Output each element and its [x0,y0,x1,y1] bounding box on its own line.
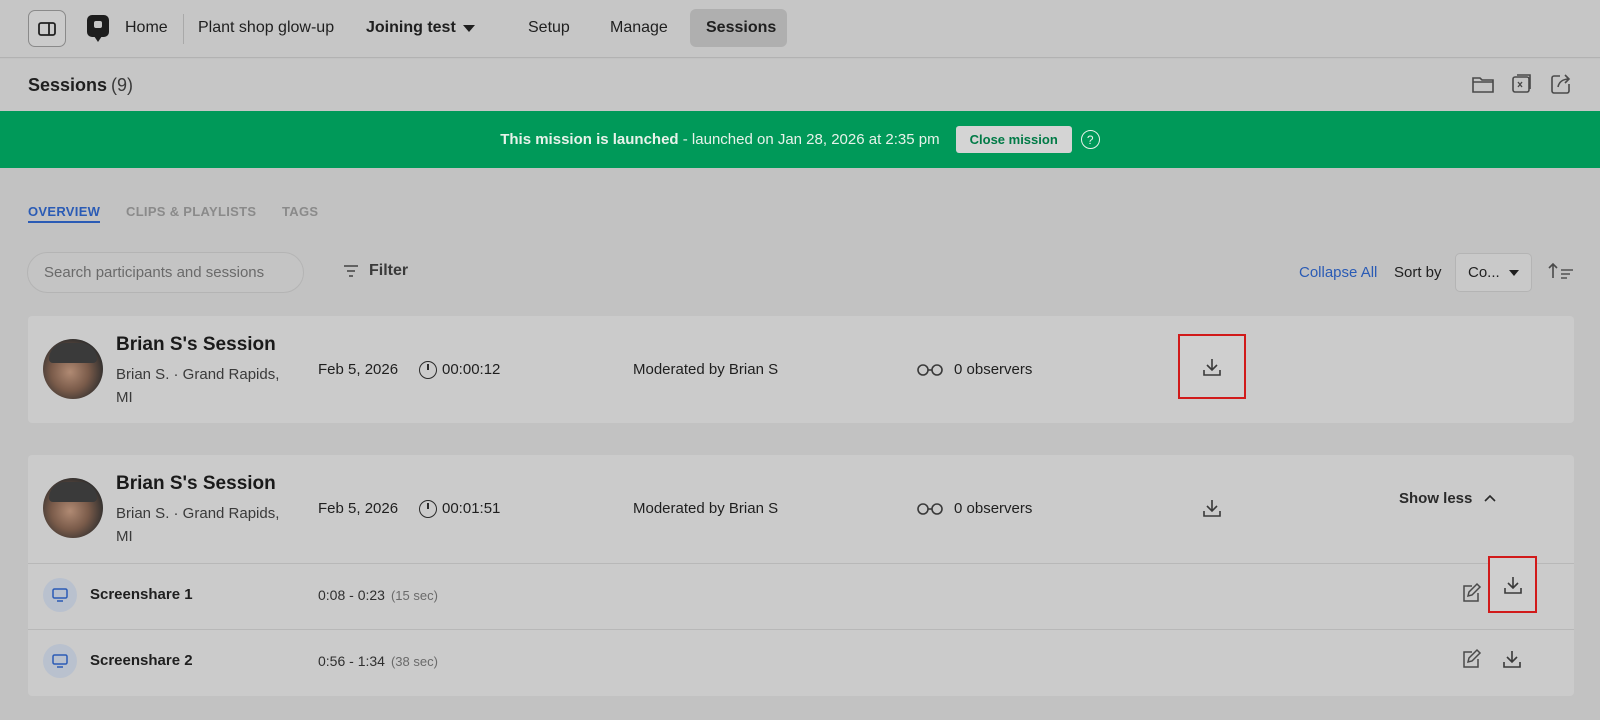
edit-icon[interactable] [1460,648,1482,670]
session-duration: 00:00:12 [442,361,501,378]
page-header: Sessions (9) [0,59,1600,111]
banner-launch-date: - launched on Jan 28, 2026 at 2:35 pm [678,131,940,148]
session-count: (9) [111,75,134,95]
search-input[interactable]: Search participants and sessions [27,252,304,293]
breadcrumb-divider [183,14,184,44]
tab-setup[interactable]: Setup [528,19,570,37]
edit-icon[interactable] [1460,582,1482,604]
page-title: Sessions (9) [28,75,133,96]
download-session-button[interactable] [1178,334,1246,399]
banner-status: This mission is launched [500,131,679,148]
share-icon[interactable] [1549,72,1573,96]
session-observers: 0 observers [954,500,1033,517]
screenshare-badge [43,578,77,612]
download-icon [1203,359,1221,376]
tab-overview[interactable]: OVERVIEW [28,204,101,223]
tab-sessions[interactable]: Sessions [706,19,776,37]
clip-length: (38 sec) [390,654,438,669]
avatar [43,478,103,538]
filter-icon [344,265,358,277]
clip-time-range: 0:08 - 0:23 (15 sec) [318,587,438,603]
tab-clips-playlists[interactable]: CLIPS & PLAYLISTS [126,204,256,219]
filter-button[interactable]: Filter [343,262,408,280]
session-date: Feb 5, 2026 [318,361,399,378]
clock-icon [419,361,437,379]
download-icon[interactable] [1501,648,1523,670]
folder-icon[interactable] [1471,72,1495,96]
show-less-label: Show less [1399,490,1473,507]
clip-title[interactable]: Screenshare 2 [90,652,193,669]
session-participant: Brian S. · Grand Rapids, MI [116,505,280,545]
monitor-icon [52,654,68,668]
screenshare-badge [43,644,77,678]
page-title-text: Sessions [28,75,108,95]
session-moderator: Moderated by Brian S [633,500,779,517]
session-title[interactable]: Brian S's Session [116,334,276,356]
app-logo[interactable] [87,15,109,42]
session-observers: 0 observers [954,361,1033,378]
clip-title[interactable]: Screenshare 1 [90,586,193,603]
download-icon [1504,577,1522,594]
chevron-down-icon[interactable] [463,25,475,32]
home-link[interactable]: Home [125,19,168,37]
clip-time-range: 0:56 - 1:34 (38 sec) [318,653,438,669]
panel-icon [38,21,56,36]
glasses-icon [917,503,943,515]
clock-icon [419,500,437,518]
session-participant: Brian S. · Grand Rapids, MI [116,366,280,406]
row-divider [28,629,1574,630]
session-moderator: Moderated by Brian S [633,361,779,378]
show-less-toggle[interactable]: Show less [1399,490,1497,507]
monitor-icon [52,588,68,602]
session-date: Feb 5, 2026 [318,500,399,517]
clips-icon[interactable] [1510,72,1534,96]
download-clip-button[interactable] [1488,556,1537,613]
top-nav-bar: Home Plant shop glow-up Joining test Set… [0,0,1600,58]
session-title[interactable]: Brian S's Session [116,473,276,495]
sort-order-icon[interactable] [1547,262,1575,280]
tab-manage[interactable]: Manage [610,19,668,37]
test-selector[interactable]: Joining test [366,19,456,37]
glasses-icon [917,364,943,376]
chevron-up-icon [1483,494,1496,502]
tab-tags[interactable]: TAGS [282,204,318,219]
sort-by-label: Sort by [1394,264,1442,281]
help-icon[interactable]: ? [1080,130,1100,149]
session-duration: 00:01:51 [442,500,501,517]
download-icon[interactable] [1201,497,1223,519]
collapse-all-link[interactable]: Collapse All [1299,264,1377,281]
clip-length: (15 sec) [390,588,438,603]
session-card-expanded[interactable]: Brian S's Session Brian S. · Grand Rapid… [28,455,1574,696]
sort-select[interactable]: Co... [1455,253,1532,292]
row-divider [28,563,1574,564]
avatar [43,339,103,399]
close-mission-button[interactable]: Close mission [955,126,1072,153]
project-link[interactable]: Plant shop glow-up [198,19,334,37]
mission-status-banner: This mission is launched - launched on J… [0,111,1600,168]
clip-range: 0:08 - 0:23 [318,587,385,603]
sidebar-toggle-button[interactable] [28,10,66,47]
session-card[interactable]: Brian S's Session Brian S. · Grand Rapid… [28,316,1574,423]
filter-label: Filter [369,262,409,279]
clip-range: 0:56 - 1:34 [318,653,385,669]
